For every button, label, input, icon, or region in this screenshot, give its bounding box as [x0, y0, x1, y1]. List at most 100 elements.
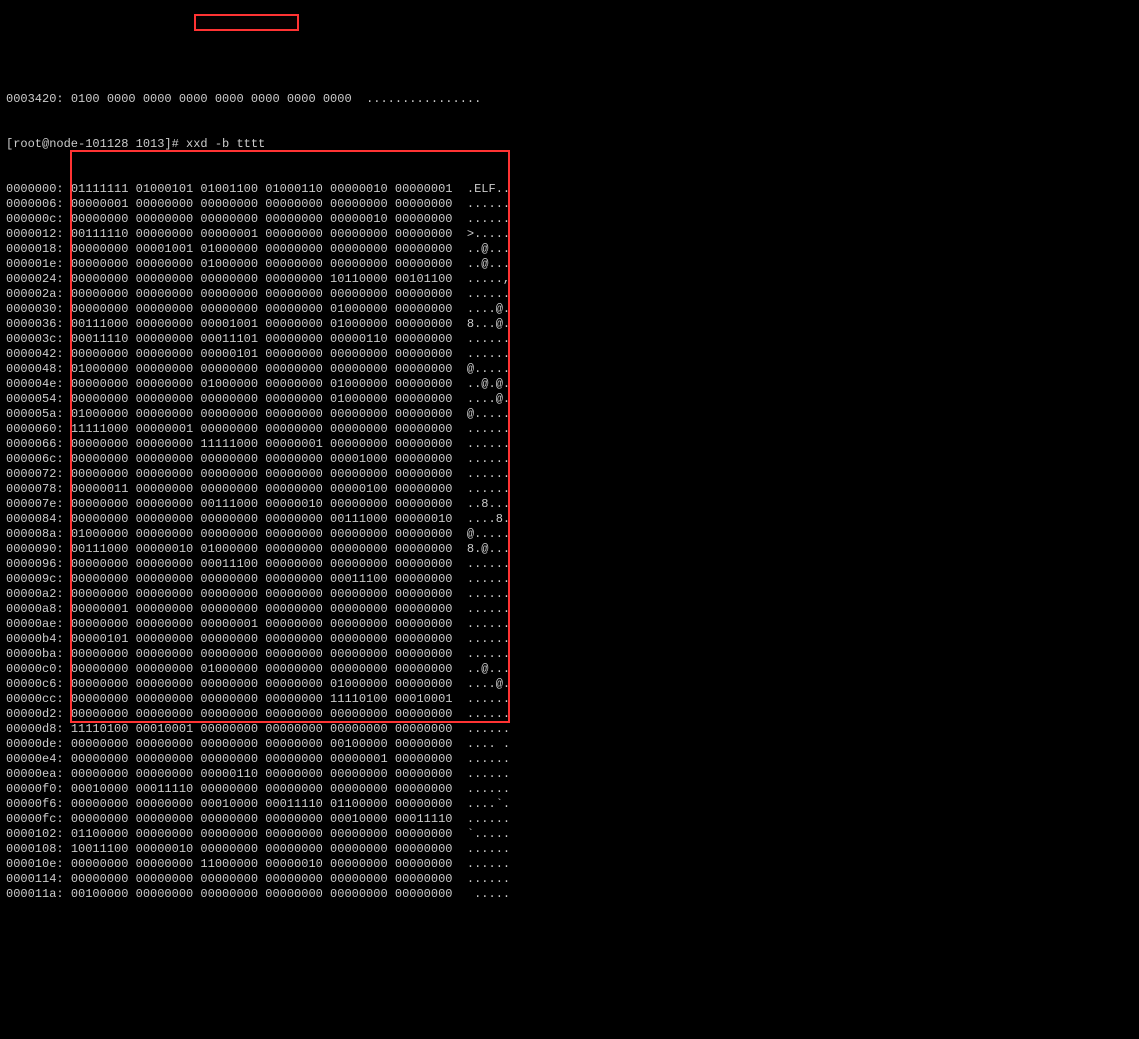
hex-line: 00000f0: 00010000 00011110 00000000 0000… [6, 782, 1133, 797]
hex-line: 00000c6: 00000000 00000000 00000000 0000… [6, 677, 1133, 692]
binary-data: 01000000 00000000 00000000 00000000 0000… [71, 527, 453, 541]
prompt-line[interactable]: [root@node-101128 1013]# xxd -b tttt [6, 137, 1133, 152]
ascii-col: ..... [467, 887, 510, 901]
ascii-col: ...... [467, 452, 510, 466]
ascii-col: ...... [467, 467, 510, 481]
offset: 000006c: [6, 452, 64, 466]
offset: 0000030: [6, 302, 64, 316]
ascii-col: ...... [467, 707, 510, 721]
binary-data: 00000000 00000000 00000000 00000000 0001… [71, 812, 453, 826]
ascii-col: ...... [467, 212, 510, 226]
ascii-col: >..... [467, 227, 510, 241]
hex-line: 0000072: 00000000 00000000 00000000 0000… [6, 467, 1133, 482]
ascii-col: ...... [467, 482, 510, 496]
binary-data: 00000000 00000000 00000000 00000000 0011… [71, 512, 453, 526]
hex-line: 000003c: 00011110 00000000 00011101 0000… [6, 332, 1133, 347]
ascii-col: ...... [467, 842, 510, 856]
ascii-col: ...... [467, 782, 510, 796]
ascii-col: 8.@... [467, 542, 510, 556]
binary-data: 00100000 00000000 00000000 00000000 0000… [71, 887, 453, 901]
ascii-col: ...... [467, 422, 510, 436]
command-text: xxd -b tttt [186, 137, 265, 151]
ascii-col: ...... [467, 617, 510, 631]
binary-data: 00111000 00000010 01000000 00000000 0000… [71, 542, 453, 556]
offset: 00000a8: [6, 602, 64, 616]
offset: 0000090: [6, 542, 64, 556]
ascii-col: ...... [467, 692, 510, 706]
binary-data: 00000000 00000000 00000000 00000000 0100… [71, 302, 453, 316]
ascii-col: ..8... [467, 497, 510, 511]
offset: 00000e4: [6, 752, 64, 766]
hex-line: 0000048: 01000000 00000000 00000000 0000… [6, 362, 1133, 377]
offset: 0000000: [6, 182, 64, 196]
offset: 000001e: [6, 257, 64, 271]
binary-data: 00010000 00011110 00000000 00000000 0000… [71, 782, 453, 796]
binary-data: 00000000 00000000 00000000 00000000 0000… [71, 752, 453, 766]
ascii-col: @..... [467, 362, 510, 376]
offset: 00000de: [6, 737, 64, 751]
binary-data: 00000001 00000000 00000000 00000000 0000… [71, 602, 453, 616]
hex-line: 000001e: 00000000 00000000 01000000 0000… [6, 257, 1133, 272]
ascii-col: ...... [467, 602, 510, 616]
hex-line: 000006c: 00000000 00000000 00000000 0000… [6, 452, 1133, 467]
offset: 00000d8: [6, 722, 64, 736]
offset: 00000ba: [6, 647, 64, 661]
offset: 0000102: [6, 827, 64, 841]
offset: 0000078: [6, 482, 64, 496]
ascii-col: ....8. [467, 512, 510, 526]
offset: 00000a2: [6, 587, 64, 601]
offset: 000003c: [6, 332, 64, 346]
binary-data: 00111110 00000000 00000001 00000000 0000… [71, 227, 453, 241]
ascii-col: ...... [467, 752, 510, 766]
highlight-command-box [194, 14, 299, 31]
hex-line: 00000f6: 00000000 00000000 00010000 0001… [6, 797, 1133, 812]
hex-line: 00000d2: 00000000 00000000 00000000 0000… [6, 707, 1133, 722]
shell-prompt: [root@node-101128 1013]# [6, 137, 179, 151]
ascii-col: ...... [467, 572, 510, 586]
offset: 000010e: [6, 857, 64, 871]
hex-line: 000010e: 00000000 00000000 11000000 0000… [6, 857, 1133, 872]
offset: 000005a: [6, 407, 64, 421]
binary-data: 00000011 00000000 00000000 00000000 0000… [71, 482, 453, 496]
binary-data: 00000000 00000000 00000000 00000000 0001… [71, 572, 453, 586]
hex-line: 0000054: 00000000 00000000 00000000 0000… [6, 392, 1133, 407]
offset: 0000006: [6, 197, 64, 211]
hex-line: 0000114: 00000000 00000000 00000000 0000… [6, 872, 1133, 887]
binary-data: 00000001 00000000 00000000 00000000 0000… [71, 197, 453, 211]
hex-line: 00000ae: 00000000 00000000 00000001 0000… [6, 617, 1133, 632]
ascii-col: ....`. [467, 797, 510, 811]
hex-line-prior: 0003420: 0100 0000 0000 0000 0000 0000 0… [6, 92, 1133, 107]
offset: 000009c: [6, 572, 64, 586]
hex-line: 000007e: 00000000 00000000 00111000 0000… [6, 497, 1133, 512]
hex-line: 0000060: 11111000 00000001 00000000 0000… [6, 422, 1133, 437]
offset: 00000fc: [6, 812, 64, 826]
hex-line: 0000042: 00000000 00000000 00000101 0000… [6, 347, 1133, 362]
ascii-col: ...... [467, 872, 510, 886]
ascii-col: `..... [467, 827, 510, 841]
ascii-col: .ELF.. [467, 182, 510, 196]
hex-line: 0000096: 00000000 00000000 00011100 0000… [6, 557, 1133, 572]
binary-data: 00011110 00000000 00011101 00000000 0000… [71, 332, 453, 346]
offset: 000002a: [6, 287, 64, 301]
ascii-col: ....., [467, 272, 510, 286]
offset: 0000114: [6, 872, 64, 886]
ascii-col: ....@. [467, 677, 510, 691]
hex-line: 0000024: 00000000 00000000 00000000 0000… [6, 272, 1133, 287]
offset: 0000054: [6, 392, 64, 406]
ascii-col: ...... [467, 632, 510, 646]
ascii-col: ..@... [467, 257, 510, 271]
binary-data: 00000000 00000000 01000000 00000000 0000… [71, 662, 453, 676]
hex-line: 0000078: 00000011 00000000 00000000 0000… [6, 482, 1133, 497]
ascii-col: ...... [467, 857, 510, 871]
hex-line: 000008a: 01000000 00000000 00000000 0000… [6, 527, 1133, 542]
binary-data: 00000000 00000000 00000000 00000000 0000… [71, 707, 453, 721]
ascii-col: ...... [467, 437, 510, 451]
binary-data: 00000000 00000000 00000000 00000000 0100… [71, 677, 453, 691]
offset: 000008a: [6, 527, 64, 541]
hex-line: 00000d8: 11110100 00010001 00000000 0000… [6, 722, 1133, 737]
hex-line: 0000036: 00111000 00000000 00001001 0000… [6, 317, 1133, 332]
ascii-col: ...... [467, 647, 510, 661]
offset: 00000c6: [6, 677, 64, 691]
offset: 0000108: [6, 842, 64, 856]
hex-line: 0000030: 00000000 00000000 00000000 0000… [6, 302, 1133, 317]
